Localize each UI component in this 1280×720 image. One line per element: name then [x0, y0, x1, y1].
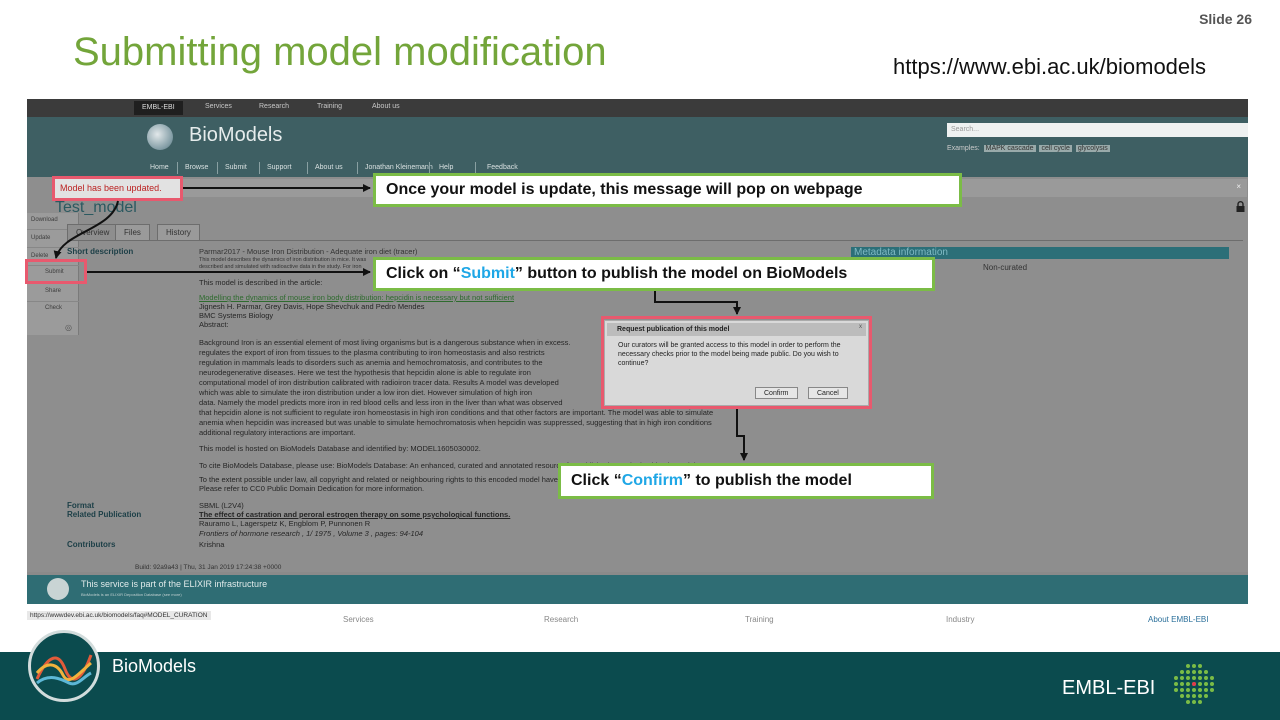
- arrow-to-confirm-callout: [736, 409, 748, 461]
- submit-callout-post: ” button to publish the model on BioMode…: [514, 265, 848, 282]
- submit-callout-highlight: Submit: [460, 265, 515, 282]
- arrow-to-dialog: [654, 288, 741, 315]
- submit-callout: Click on “Submit” button to publish the …: [373, 257, 935, 291]
- biomodels-badge-icon: [28, 630, 100, 702]
- confirm-callout: Click “Confirm” to publish the model: [558, 463, 934, 499]
- biomodels-brand-name: BioModels: [112, 656, 197, 676]
- annotation-arrows: [53, 184, 748, 461]
- embl-ebi-brand: EMBL-EBI: [1062, 677, 1156, 699]
- confirm-callout-highlight: Confirm: [621, 472, 684, 489]
- update-callout-text: Once your model is update, this message …: [386, 181, 863, 198]
- submit-callout-pre: Click on “: [386, 265, 461, 282]
- confirm-callout-post: ” to publish the model: [683, 472, 852, 489]
- update-callout: Once your model is update, this message …: [373, 173, 962, 207]
- embl-ebi-logo-icon: [1174, 664, 1214, 704]
- confirm-callout-pre: Click “: [571, 472, 622, 489]
- arrow-message-to-submit: [53, 200, 119, 259]
- slide: Slide 26 Submitting model modification h…: [0, 0, 1280, 720]
